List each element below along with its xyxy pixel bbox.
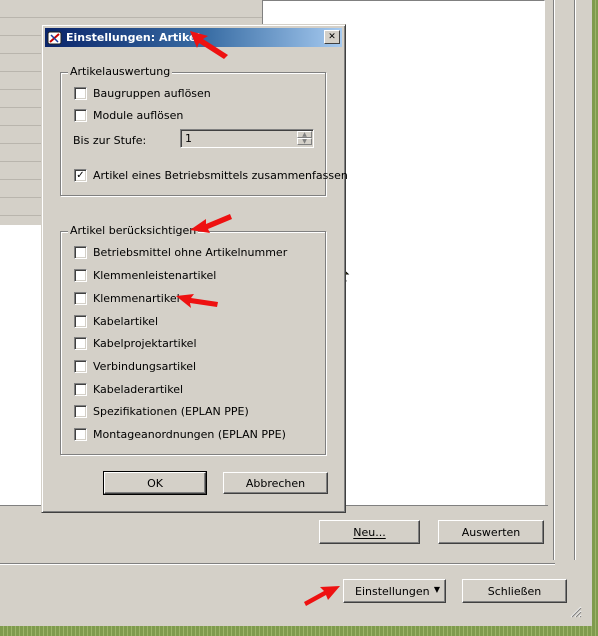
resolve-modules-checkbox[interactable] (74, 109, 87, 122)
checkbox-row-specifications[interactable]: Spezifikationen (EPLAN PPE) (74, 405, 249, 418)
level-spin-buttons[interactable]: ▲ ▼ (297, 131, 312, 146)
cable-articles-checkbox[interactable] (74, 315, 87, 328)
terminal-articles-checkbox[interactable] (74, 292, 87, 305)
checkbox-row-cable-project-articles[interactable]: Kabelprojektartikel (74, 337, 197, 350)
terminal-strip-articles-label: Klemmenleistenartikel (93, 269, 217, 282)
cable-project-articles-label: Kabelprojektartikel (93, 337, 197, 350)
background-desktop-edge-bottom (0, 626, 598, 636)
resolve-modules-label: Module auflösen (93, 109, 184, 122)
checkmark-icon: ✓ (76, 169, 85, 181)
settings-articles-dialog: Einstellungen: Artikel ✕ Artikelauswertu… (41, 24, 348, 513)
cable-project-articles-checkbox[interactable] (74, 337, 87, 350)
background-right-divider (553, 0, 555, 560)
group-consider-articles-label: Artikel berücksichtigen (68, 224, 199, 237)
cable-core-articles-label: Kabeladerartikel (93, 383, 184, 396)
spin-down-icon[interactable]: ▼ (297, 138, 312, 145)
terminal-strip-articles-checkbox[interactable] (74, 269, 87, 282)
cancel-button[interactable]: Abbrechen (223, 472, 328, 494)
settings-split-button[interactable]: Einstellungen ▼ (343, 579, 446, 603)
dialog-close-button[interactable]: ✕ (324, 30, 340, 44)
close-window-button-label: Schließen (487, 584, 542, 598)
checkbox-row-terminal-articles[interactable]: Klemmenartikel (74, 292, 180, 305)
level-spinner[interactable]: 1 ▲ ▼ (180, 129, 314, 148)
specifications-label: Spezifikationen (EPLAN PPE) (93, 405, 249, 418)
cancel-button-label: Abbrechen (245, 476, 306, 490)
annotation-arrow-title (190, 31, 228, 59)
close-window-button[interactable]: Schließen (462, 579, 567, 603)
level-label: Bis zur Stufe: (73, 134, 147, 147)
checkbox-row-resolve-assemblies[interactable]: Baugruppen auflösen (74, 87, 211, 100)
connection-articles-checkbox[interactable] (74, 360, 87, 373)
new-button[interactable]: Neu... (319, 520, 420, 544)
annotation-arrow-terminal-articles (176, 294, 218, 308)
connection-articles-label: Verbindungsartikel (93, 360, 197, 373)
combine-articles-label: Artikel eines Betriebsmittels zusammenfa… (93, 169, 348, 182)
checkbox-row-cable-articles[interactable]: Kabelartikel (74, 315, 158, 328)
combine-articles-checkbox[interactable]: ✓ (74, 169, 87, 182)
ok-button-label: OK (147, 476, 163, 490)
resize-grip-icon[interactable] (568, 604, 582, 618)
mounting-layouts-label: Montageanordnungen (EPLAN PPE) (93, 428, 286, 441)
level-value: 1 (185, 132, 192, 145)
mounting-layouts-checkbox[interactable] (74, 428, 87, 441)
background-bottom-divider (0, 563, 555, 565)
spin-up-icon[interactable]: ▲ (297, 131, 312, 138)
eplan-app-icon (47, 31, 62, 44)
checkbox-row-terminal-strip-articles[interactable]: Klemmenleistenartikel (74, 269, 216, 282)
new-button-label: Neu... (353, 525, 386, 539)
background-desktop-edge-right (592, 0, 598, 636)
settings-dropdown-icon[interactable]: ▼ (434, 585, 440, 594)
cable-core-articles-checkbox[interactable] (74, 383, 87, 396)
resolve-assemblies-checkbox[interactable] (74, 87, 87, 100)
background-outer-divider (574, 0, 576, 560)
close-icon: ✕ (328, 31, 336, 42)
checkbox-row-devices-without-part-number[interactable]: Betriebsmittel ohne Artikelnummer (74, 246, 287, 259)
dialog-title: Einstellungen: Artikel (66, 31, 201, 44)
checkbox-row-cable-core-articles[interactable]: Kabeladerartikel (74, 383, 183, 396)
checkbox-row-combine-articles[interactable]: ✓ Artikel eines Betriebsmittels zusammen… (74, 169, 348, 182)
cable-articles-label: Kabelartikel (93, 315, 159, 328)
evaluate-button[interactable]: Auswerten (438, 520, 544, 544)
specifications-checkbox[interactable] (74, 405, 87, 418)
resolve-assemblies-label: Baugruppen auflösen (93, 87, 211, 100)
devices-without-part-number-label: Betriebsmittel ohne Artikelnummer (93, 246, 288, 259)
group-article-evaluation-label: Artikelauswertung (68, 65, 173, 78)
evaluate-button-label: Auswerten (461, 525, 521, 539)
annotation-arrow-group (190, 214, 232, 233)
ok-button[interactable]: OK (103, 471, 207, 495)
checkbox-row-resolve-modules[interactable]: Module auflösen (74, 109, 183, 122)
devices-without-part-number-checkbox[interactable] (74, 246, 87, 259)
checkbox-row-mounting-layouts[interactable]: Montageanordnungen (EPLAN PPE) (74, 428, 286, 441)
terminal-articles-label: Klemmenartikel (93, 292, 180, 305)
checkbox-row-connection-articles[interactable]: Verbindungsartikel (74, 360, 196, 373)
settings-button-label: Einstellungen (355, 584, 430, 598)
annotation-arrow-settings (304, 586, 340, 606)
